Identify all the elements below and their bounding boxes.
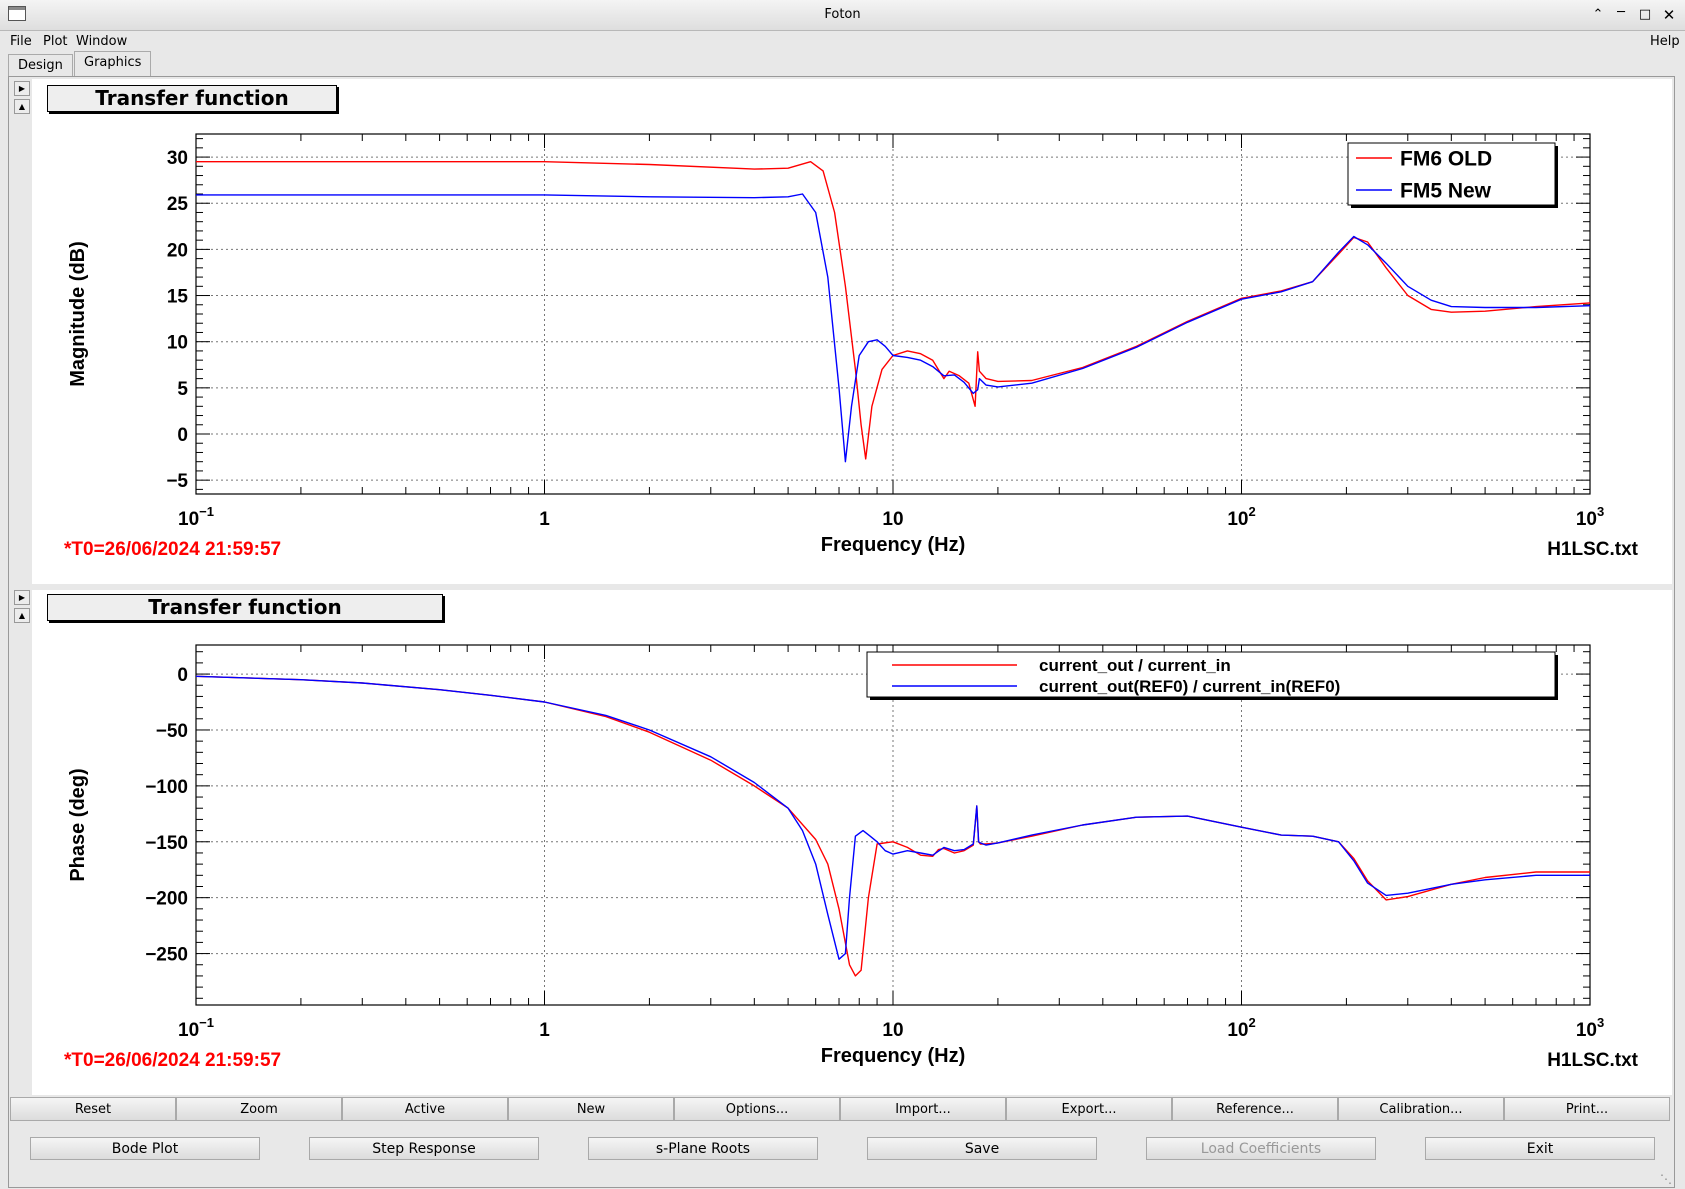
title-bar: Foton ⌃ ─ □ ✕	[0, 0, 1685, 31]
x-tick-label: 102	[1227, 1015, 1255, 1041]
active-button[interactable]: Active	[342, 1097, 508, 1121]
bode-plot-button[interactable]: Bode Plot	[30, 1137, 260, 1160]
menu-plot[interactable]: Plot	[43, 34, 68, 49]
close-icon[interactable]: ✕	[1660, 6, 1678, 24]
tab-design[interactable]: Design	[8, 54, 73, 76]
filename-label: H1LSC.txt	[1547, 539, 1638, 560]
y-tick-label: 0	[177, 665, 188, 686]
menu-bar: File Plot Window Help	[0, 31, 1685, 53]
load-coefficients-button: Load Coefficients	[1146, 1137, 1376, 1160]
x-tick-label: 103	[1576, 504, 1604, 530]
x-tick-label: 10−1	[178, 504, 214, 530]
save-button[interactable]: Save	[867, 1137, 1097, 1160]
y-tick-label: −100	[145, 777, 188, 798]
menu-file[interactable]: File	[10, 34, 32, 49]
phase-canvas[interactable]: 0 −50 −100 −150 −200 −250 10−1 1 10 102 103 Frequen…	[32, 590, 1672, 1095]
minimize-icon[interactable]: ─	[1612, 4, 1630, 22]
x-tick-label: 10	[882, 1020, 903, 1041]
x-tick-label: 1	[539, 509, 550, 530]
y-tick-label: 5	[177, 379, 188, 400]
y-tick-label: −200	[145, 889, 188, 910]
s-plane-roots-button[interactable]: s-Plane Roots	[588, 1137, 818, 1160]
y-tick-label: −250	[145, 945, 188, 966]
magnitude-plot[interactable]: 30 25 20 15 10 5 0 −5 10−1 1 10 102 103 Frequency (Hz…	[32, 79, 1672, 584]
window-title: Foton	[824, 7, 861, 22]
plot-toolbar: Reset Zoom Active New Options... Import.…	[10, 1097, 1670, 1123]
y-tick-label: 20	[167, 240, 188, 261]
x-axis-label: Frequency (Hz)	[821, 1045, 965, 1067]
y-tick-label: 30	[167, 148, 188, 169]
maximize-chevron-icon[interactable]: ⌃	[1589, 6, 1607, 24]
options-button[interactable]: Options...	[674, 1097, 840, 1121]
step-response-button[interactable]: Step Response	[309, 1137, 539, 1160]
legend-label-0: current_out / current_in	[1039, 656, 1231, 675]
plot-title-box: Transfer function	[47, 594, 443, 621]
legend-label-0: FM6 OLD	[1400, 147, 1492, 170]
x-tick-label: 103	[1576, 1015, 1604, 1041]
calibration-button[interactable]: Calibration...	[1338, 1097, 1504, 1121]
y-tick-label: 0	[177, 425, 188, 446]
x-tick-label: 1	[539, 1020, 550, 1041]
y-tick-label: 25	[167, 194, 189, 215]
pad-collapse-up-icon[interactable]: ▲	[14, 99, 30, 114]
y-tick-label: −50	[156, 721, 188, 742]
x-tick-label: 102	[1227, 504, 1255, 530]
menu-window[interactable]: Window	[76, 34, 127, 49]
plot-title-box: Transfer function	[47, 85, 337, 112]
reset-button[interactable]: Reset	[10, 1097, 176, 1121]
export-button[interactable]: Export...	[1006, 1097, 1172, 1121]
menu-help[interactable]: Help	[1650, 34, 1680, 49]
exit-button[interactable]: Exit	[1425, 1137, 1655, 1160]
new-button[interactable]: New	[508, 1097, 674, 1121]
reference-button[interactable]: Reference...	[1172, 1097, 1338, 1121]
x-tick-label: 10	[882, 509, 903, 530]
y-axis-label: Phase (deg)	[67, 768, 89, 881]
filename-label: H1LSC.txt	[1547, 1050, 1638, 1071]
phase-plot[interactable]: 0 −50 −100 −150 −200 −250 10−1 1 10 102 103 Frequen…	[32, 590, 1672, 1095]
magnitude-canvas[interactable]: 30 25 20 15 10 5 0 −5 10−1 1 10 102 103 Frequency (Hz…	[32, 79, 1672, 584]
legend-label-1: current_out(REF0) / current_in(REF0)	[1039, 677, 1340, 696]
resize-grip-icon[interactable]: ⋱	[1660, 1172, 1672, 1186]
zoom-button[interactable]: Zoom	[176, 1097, 342, 1121]
timestamp-label: *T0=26/06/2024 21:59:57	[64, 1050, 281, 1071]
restore-icon[interactable]: □	[1636, 6, 1654, 24]
pad-expand-right-icon[interactable]: ▶	[14, 81, 30, 96]
y-tick-label: −150	[145, 833, 188, 854]
pad-expand-right-icon[interactable]: ▶	[14, 590, 30, 605]
x-axis-label: Frequency (Hz)	[821, 534, 965, 556]
y-tick-label: 10	[167, 333, 188, 354]
y-tick-label: −5	[166, 471, 188, 492]
tab-graphics[interactable]: Graphics	[74, 51, 152, 76]
pad-collapse-up-icon[interactable]: ▲	[14, 608, 30, 623]
import-button[interactable]: Import...	[840, 1097, 1006, 1121]
x-tick-label: 10−1	[178, 1015, 214, 1041]
print-button[interactable]: Print...	[1504, 1097, 1670, 1121]
y-axis-label: Magnitude (dB)	[67, 241, 89, 387]
timestamp-label: *T0=26/06/2024 21:59:57	[64, 539, 281, 560]
legend-label-1: FM5 New	[1400, 179, 1492, 202]
y-tick-label: 15	[167, 287, 189, 308]
